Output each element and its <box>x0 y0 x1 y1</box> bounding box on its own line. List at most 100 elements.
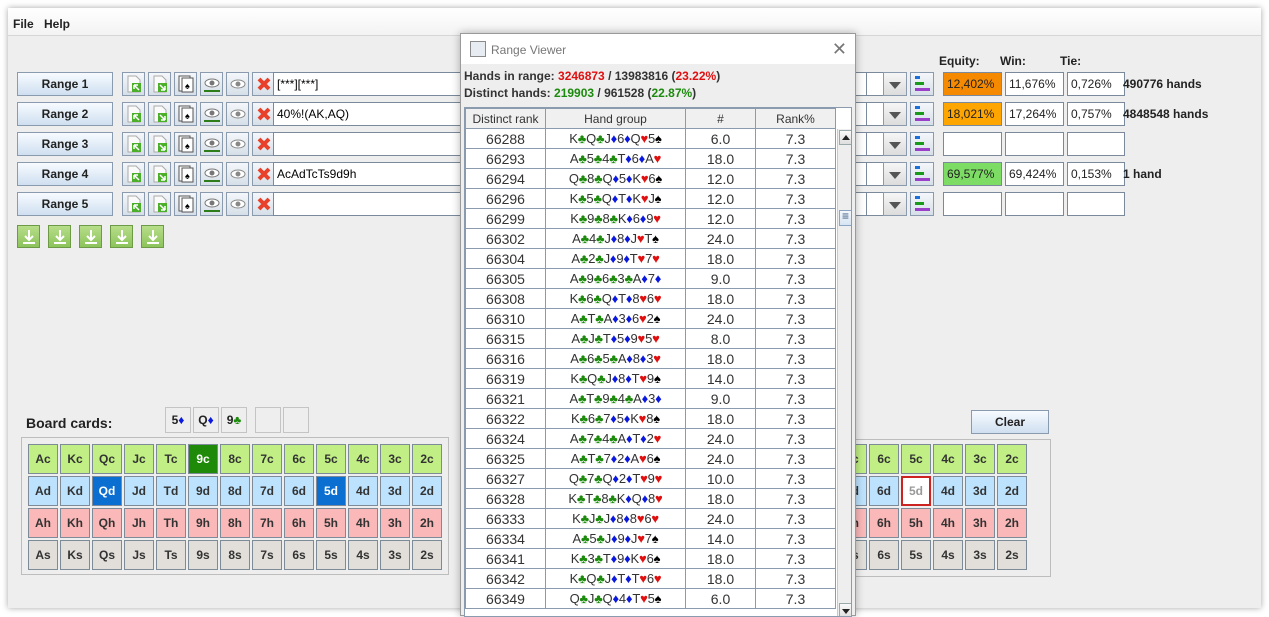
table-row[interactable]: 66293 A♣5♣4♣T♦6♦A♥ 18.0 7.3 <box>465 148 836 169</box>
board-card-slot[interactable]: Q♦ <box>193 407 219 433</box>
card-4s[interactable]: 4s <box>933 540 963 570</box>
card-6s[interactable]: 6s <box>284 540 314 570</box>
clear-range-button[interactable] <box>252 102 275 126</box>
card-3h[interactable]: 3h <box>380 508 410 538</box>
card-Qs[interactable]: Qs <box>92 540 122 570</box>
menu-file[interactable]: File <box>13 17 34 31</box>
card-5h[interactable]: 5h <box>901 508 931 538</box>
card-4h[interactable]: 4h <box>348 508 378 538</box>
card-Th[interactable]: Th <box>156 508 186 538</box>
range-stats-button[interactable] <box>910 72 934 96</box>
import-range-button[interactable] <box>122 192 145 216</box>
card-Tc[interactable]: Tc <box>156 444 186 474</box>
download-range-button[interactable] <box>141 225 164 248</box>
download-range-button[interactable] <box>17 225 40 248</box>
table-row[interactable]: 66319 K♣Q♣J♦8♦T♥9♠ 14.0 7.3 <box>465 368 836 389</box>
card-8s[interactable]: 8s <box>220 540 250 570</box>
card-9c[interactable]: 9c <box>188 444 218 474</box>
card-4d[interactable]: 4d <box>933 476 963 506</box>
range-stats-button[interactable] <box>910 162 934 186</box>
import-range-button[interactable] <box>122 162 145 186</box>
range-button[interactable]: Range 5 <box>17 192 113 216</box>
clear-range-button[interactable] <box>252 132 275 156</box>
export-range-button[interactable] <box>148 72 171 96</box>
range-stats-button[interactable] <box>910 192 934 216</box>
table-row[interactable]: 66341 K♣3♣T♦9♦K♥6♠ 18.0 7.3 <box>465 548 836 569</box>
card-Jc[interactable]: Jc <box>124 444 154 474</box>
card-3d[interactable]: 3d <box>380 476 410 506</box>
table-row[interactable]: 66328 K♣T♣8♣K♦Q♦8♥ 18.0 7.3 <box>465 488 836 509</box>
scroll-up-button[interactable] <box>839 130 851 145</box>
card-As[interactable]: As <box>28 540 58 570</box>
table-row[interactable]: 66310 A♣T♣A♦3♦6♥2♠ 24.0 7.3 <box>465 308 836 329</box>
range-stats-button[interactable] <box>910 132 934 156</box>
view-range-button[interactable] <box>200 72 223 96</box>
table-row[interactable]: 66325 A♣T♣7♦2♦A♥6♠ 24.0 7.3 <box>465 448 836 469</box>
scroll-down-button[interactable] <box>839 603 851 616</box>
card-8c[interactable]: 8c <box>220 444 250 474</box>
table-row[interactable]: 66327 Q♣7♣Q♦2♦T♥9♥ 10.0 7.3 <box>465 468 836 489</box>
range-button[interactable]: Range 3 <box>17 132 113 156</box>
range-button[interactable]: Range 2 <box>17 102 113 126</box>
card-picker-button[interactable]: ♠ <box>174 132 197 156</box>
import-range-button[interactable] <box>122 72 145 96</box>
view-range-button[interactable] <box>200 132 223 156</box>
card-Jh[interactable]: Jh <box>124 508 154 538</box>
table-row[interactable]: 66324 A♣7♣4♣A♦T♦2♥ 24.0 7.3 <box>465 428 836 449</box>
table-row[interactable]: 66305 A♣9♣6♣3♣A♦7♦ 9.0 7.3 <box>465 268 836 289</box>
table-row[interactable]: 66322 K♣6♣7♦5♦K♥8♠ 18.0 7.3 <box>465 408 836 429</box>
card-5s[interactable]: 5s <box>316 540 346 570</box>
card-Ah[interactable]: Ah <box>28 508 58 538</box>
card-2c[interactable]: 2c <box>412 444 442 474</box>
range-button[interactable]: Range 4 <box>17 162 113 186</box>
export-range-button[interactable] <box>148 192 171 216</box>
card-6h[interactable]: 6h <box>869 508 899 538</box>
import-range-button[interactable] <box>122 102 145 126</box>
board-card-slot[interactable] <box>255 407 281 433</box>
table-row[interactable]: 66294 Q♣8♣Q♦5♦K♥6♠ 12.0 7.3 <box>465 168 836 189</box>
col-distinct-rank[interactable]: Distinct rank <box>465 108 546 129</box>
table-row[interactable]: 66288 K♣Q♣J♦6♦Q♥5♠ 6.0 7.3 <box>465 128 836 149</box>
card-2h[interactable]: 2h <box>412 508 442 538</box>
card-7c[interactable]: 7c <box>252 444 282 474</box>
card-2s[interactable]: 2s <box>412 540 442 570</box>
card-picker-button[interactable]: ♠ <box>174 162 197 186</box>
card-Kh[interactable]: Kh <box>60 508 90 538</box>
card-Td[interactable]: Td <box>156 476 186 506</box>
card-4c[interactable]: 4c <box>933 444 963 474</box>
export-range-button[interactable] <box>148 132 171 156</box>
col-count[interactable]: # <box>685 108 756 129</box>
card-Ks[interactable]: Ks <box>60 540 90 570</box>
card-4c[interactable]: 4c <box>348 444 378 474</box>
import-range-button[interactable] <box>122 132 145 156</box>
board-card-slot[interactable]: 5♦ <box>165 407 191 433</box>
card-9h[interactable]: 9h <box>188 508 218 538</box>
card-9s[interactable]: 9s <box>188 540 218 570</box>
card-Kd[interactable]: Kd <box>60 476 90 506</box>
scroll-thumb[interactable] <box>839 209 851 226</box>
card-2s[interactable]: 2s <box>997 540 1027 570</box>
card-7h[interactable]: 7h <box>252 508 282 538</box>
card-Ad[interactable]: Ad <box>28 476 58 506</box>
card-6d[interactable]: 6d <box>869 476 899 506</box>
card-6h[interactable]: 6h <box>284 508 314 538</box>
card-picker-button[interactable]: ♠ <box>174 102 197 126</box>
range-stats-button[interactable] <box>910 102 934 126</box>
range-dropdown-button[interactable] <box>883 72 907 96</box>
export-range-button[interactable] <box>148 102 171 126</box>
card-Kc[interactable]: Kc <box>60 444 90 474</box>
card-Jd[interactable]: Jd <box>124 476 154 506</box>
card-4h[interactable]: 4h <box>933 508 963 538</box>
card-5d[interactable]: 5d <box>901 476 931 506</box>
download-range-button[interactable] <box>48 225 71 248</box>
view-range-button[interactable] <box>200 102 223 126</box>
view-range-alt-button[interactable] <box>226 102 249 126</box>
export-range-button[interactable] <box>148 162 171 186</box>
card-3c[interactable]: 3c <box>380 444 410 474</box>
download-range-button[interactable] <box>110 225 133 248</box>
table-row[interactable]: 66315 A♣J♣T♦5♦9♥5♥ 8.0 7.3 <box>465 328 836 349</box>
card-3d[interactable]: 3d <box>965 476 995 506</box>
card-Qd[interactable]: Qd <box>92 476 122 506</box>
board-card-slot[interactable]: 9♣ <box>221 407 247 433</box>
card-2d[interactable]: 2d <box>997 476 1027 506</box>
